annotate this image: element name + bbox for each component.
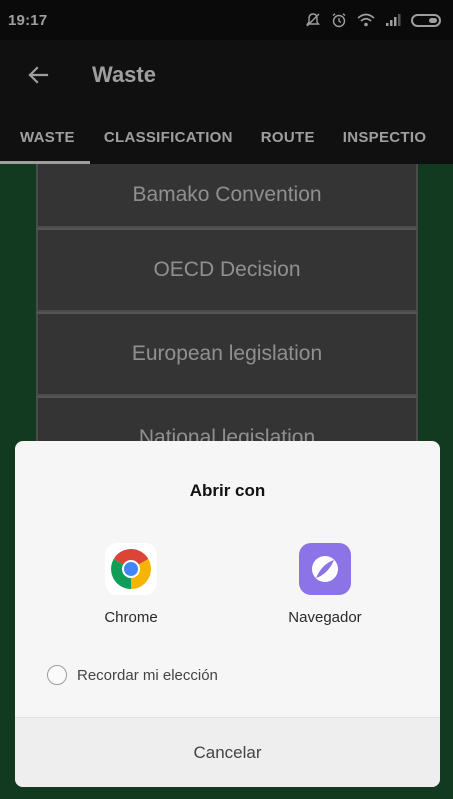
dialog-title: Abrir con <box>189 481 266 500</box>
cancel-label: Cancelar <box>193 743 262 762</box>
app-label: Chrome <box>104 609 158 626</box>
chrome-icon <box>105 543 157 595</box>
remember-choice-option[interactable]: Recordar mi elección <box>47 665 218 685</box>
app-label: Navegador <box>288 609 362 626</box>
cancel-button[interactable]: Cancelar <box>15 717 440 787</box>
app-option-navegador[interactable]: Navegador <box>265 543 385 643</box>
app-option-chrome[interactable]: Chrome <box>71 543 191 643</box>
browser-icon <box>299 543 351 595</box>
remember-choice-radio[interactable] <box>47 665 67 685</box>
open-with-dialog: Abrir con Chrome Navegador Recordar mi e… <box>15 441 440 787</box>
remember-choice-label: Recordar mi elección <box>77 666 218 684</box>
